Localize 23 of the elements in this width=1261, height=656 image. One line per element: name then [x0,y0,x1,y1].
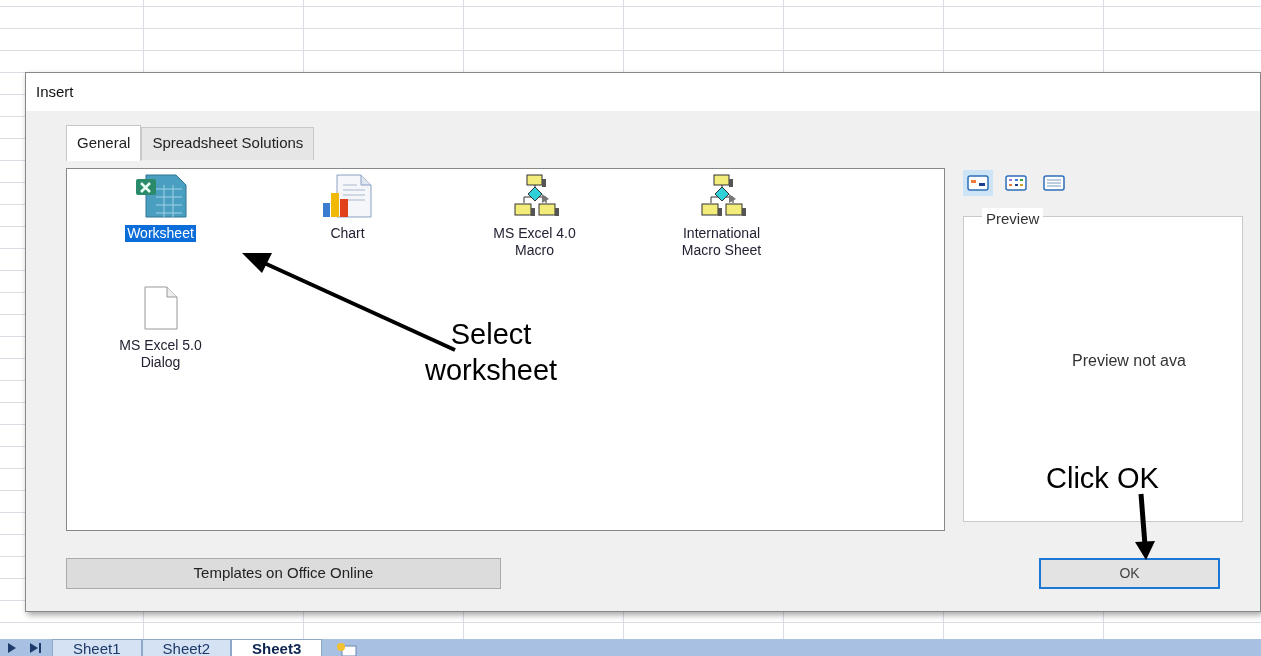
preview-message: Preview not ava [1072,350,1186,371]
template-label[interactable]: International Macro Sheet [679,224,764,259]
next-sheet-icon[interactable] [8,642,16,653]
dialog-title: Insert [26,73,1260,111]
chart-icon [320,172,375,219]
templates-button[interactable]: Templates on Office Online [66,557,501,589]
annotation-arrow [1135,493,1155,560]
template-label[interactable]: MS Excel 5.0 Dialog [117,336,204,371]
dialog-tab[interactable]: General [66,125,142,161]
new-sheet-icon[interactable] [336,642,359,656]
template-label[interactable]: MS Excel 4.0 Macro [491,224,578,259]
worksheet-icon [133,172,188,219]
ok-button[interactable]: OK [1039,557,1220,589]
annotation-text: Click OK [1046,461,1159,496]
template-label[interactable]: Worksheet [125,224,196,242]
annotation-text: Select worksheet [425,317,558,388]
sheet-tab[interactable]: Sheet3 [231,639,323,656]
sheet-tab[interactable]: Sheet2 [141,639,232,656]
large-icons-view-icon[interactable] [963,169,993,196]
dialog-tab[interactable]: Spreadsheet Solutions [141,127,315,160]
sheet-tab[interactable]: Sheet1 [52,639,142,656]
last-sheet-icon[interactable] [30,642,42,653]
template-label[interactable]: Chart [328,224,367,242]
